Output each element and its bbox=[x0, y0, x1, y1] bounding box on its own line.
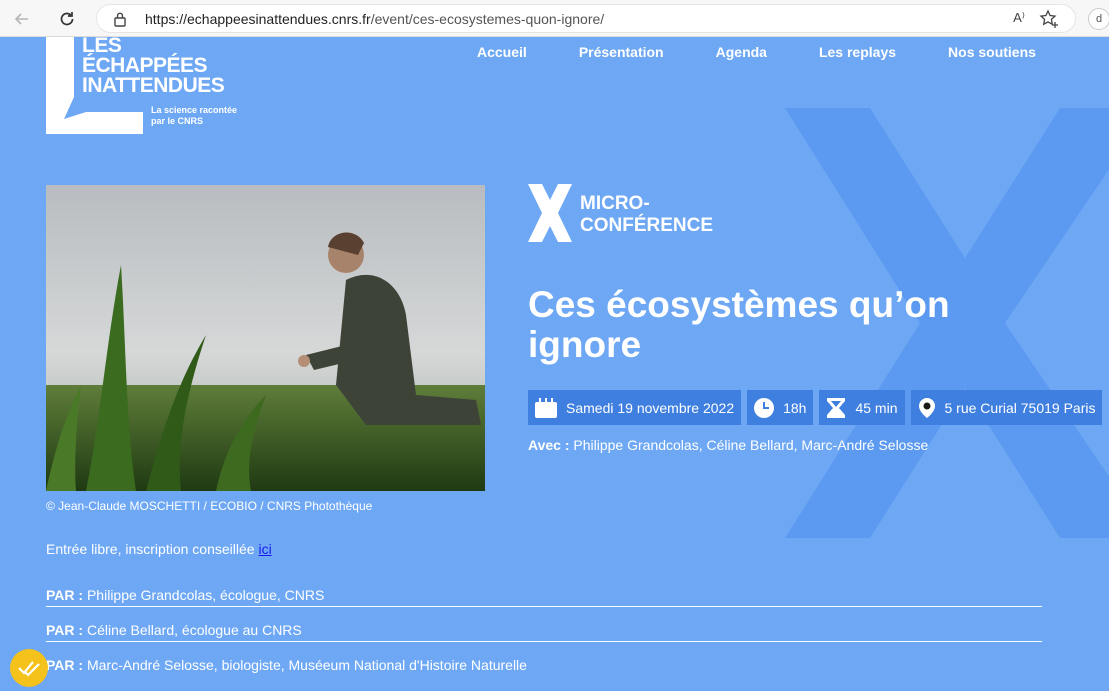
speaker-row: PAR : Marc-André Selosse, biologiste, Mu… bbox=[46, 657, 1042, 676]
photo-credit: © Jean-Claude MOSCHETTI / ECOBIO / CNRS … bbox=[46, 499, 373, 513]
nav-presentation[interactable]: Présentation bbox=[579, 44, 664, 60]
back-button[interactable] bbox=[9, 6, 35, 32]
accessibility-badge-button[interactable] bbox=[10, 649, 48, 687]
speakers-names: Philippe Grandcolas, Céline Bellard, Mar… bbox=[573, 437, 929, 453]
speakers-label: Avec : bbox=[528, 437, 570, 453]
location-pin-icon bbox=[918, 397, 935, 418]
entry-text: Entrée libre, inscription conseillée bbox=[46, 541, 259, 557]
reload-button[interactable] bbox=[54, 6, 80, 32]
logo-line1: LES bbox=[82, 34, 122, 57]
check-marks-icon bbox=[18, 661, 40, 677]
date-badge: Samedi 19 novembre 2022 bbox=[528, 390, 742, 425]
registration-link[interactable]: ici bbox=[258, 541, 271, 557]
date-text: Samedi 19 novembre 2022 bbox=[566, 399, 735, 416]
speaker-text: Céline Bellard, écologue au CNRS bbox=[86, 622, 302, 638]
speaker-label: PAR : bbox=[46, 657, 84, 673]
place-text: 5 rue Curial 75019 Paris bbox=[944, 399, 1096, 416]
logo-subtitle: La science racontée par le CNRS bbox=[151, 105, 251, 127]
event-photo bbox=[46, 185, 485, 491]
speaker-text: Marc-André Selosse, biologiste, Muséeum … bbox=[86, 657, 527, 673]
logo-sub-line2: par le CNRS bbox=[151, 116, 204, 126]
speaker-row: PAR : Philippe Grandcolas, écologue, CNR… bbox=[46, 587, 1042, 607]
calendar-icon bbox=[535, 397, 557, 418]
nav-soutiens[interactable]: Nos soutiens bbox=[948, 44, 1036, 60]
read-aloud-icon[interactable]: A⁾ bbox=[1013, 10, 1025, 26]
category-line2: CONFÉRENCE bbox=[580, 215, 714, 236]
time-text: 18h bbox=[783, 399, 807, 416]
category-line1: MICRO- bbox=[580, 193, 650, 214]
main-nav: Accueil Présentation Agenda Les replays … bbox=[477, 44, 1036, 60]
logo-line3: INATTENDUES bbox=[82, 74, 225, 97]
event-title: Ces écosystèmes qu’on ignore bbox=[528, 284, 950, 365]
speaker-text: Philippe Grandcolas, écologue, CNRS bbox=[86, 587, 325, 603]
address-bar[interactable]: https://echappeesinattendues.cnrs.fr/eve… bbox=[96, 4, 1076, 33]
reload-icon bbox=[60, 12, 74, 26]
event-info-bar: Samedi 19 novembre 2022 18h 45 min 5 rue… bbox=[528, 390, 1103, 425]
category-label: MICRO- CONFÉRENCE bbox=[580, 193, 713, 237]
logo-sub-line1: La science racontée bbox=[151, 105, 238, 115]
duration-text: 45 min bbox=[855, 399, 898, 416]
logo-title[interactable]: LES ÉCHAPPÉES INATTENDUES bbox=[82, 34, 225, 97]
extension-button[interactable]: d bbox=[1088, 8, 1109, 30]
x-category-icon bbox=[528, 184, 572, 242]
speaker-label: PAR : bbox=[46, 622, 84, 638]
entry-info: Entrée libre, inscription conseillée ici bbox=[46, 541, 272, 557]
duration-badge: 45 min bbox=[819, 390, 905, 425]
hourglass-icon bbox=[827, 397, 846, 418]
clock-icon bbox=[754, 397, 775, 418]
place-badge: 5 rue Curial 75019 Paris bbox=[910, 390, 1103, 425]
favorite-star-icon[interactable] bbox=[1039, 9, 1059, 34]
lock-icon bbox=[113, 11, 127, 32]
logo-line2: ÉCHAPPÉES bbox=[82, 54, 208, 77]
speakers-line: Avec : Philippe Grandcolas, Céline Bella… bbox=[528, 437, 928, 453]
time-badge: 18h bbox=[747, 390, 814, 425]
speaker-label: PAR : bbox=[46, 587, 84, 603]
nav-accueil[interactable]: Accueil bbox=[477, 44, 527, 60]
url-path: /event/ces-ecosystemes-quon-ignore/ bbox=[370, 11, 605, 27]
photo-illustration bbox=[46, 185, 485, 491]
speaker-row: PAR : Céline Bellard, écologue au CNRS bbox=[46, 622, 1042, 642]
nav-replays[interactable]: Les replays bbox=[819, 44, 896, 60]
url-text[interactable]: https://echappeesinattendues.cnrs.fr/eve… bbox=[145, 11, 604, 27]
browser-toolbar: https://echappeesinattendues.cnrs.fr/eve… bbox=[0, 0, 1109, 37]
arrow-left-icon bbox=[14, 13, 28, 25]
nav-agenda[interactable]: Agenda bbox=[716, 44, 767, 60]
url-domain: https://echappeesinattendues.cnrs.fr bbox=[145, 11, 371, 27]
